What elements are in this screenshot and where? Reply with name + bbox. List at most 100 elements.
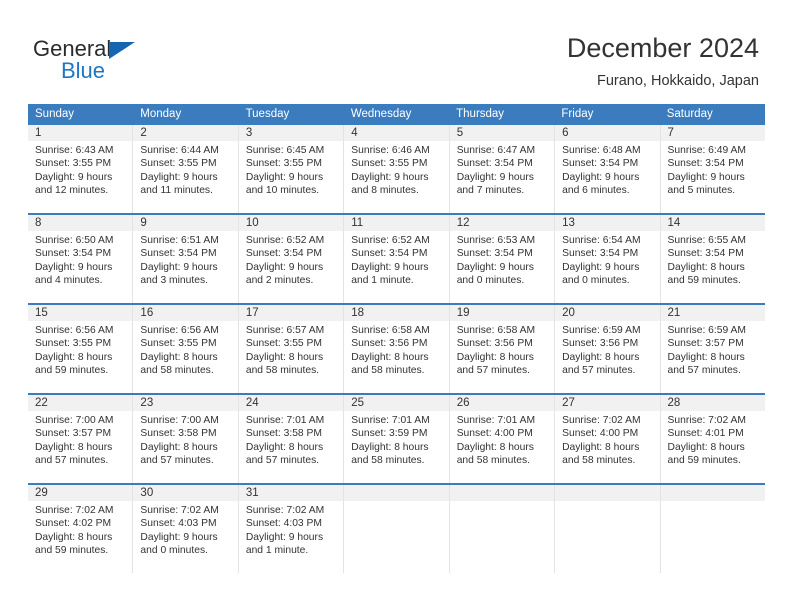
day-number: 1 <box>28 125 133 141</box>
weekday-header-monday: Monday <box>140 108 182 120</box>
day-cell[interactable]: 23 Sunrise: 7:00 AM Sunset: 3:58 PM Dayligh… <box>133 395 239 483</box>
day-details: Sunrise: 6:59 AM Sunset: 3:57 PM Daylight:… <box>661 321 765 378</box>
day-number: 24 <box>238 395 344 411</box>
day-cell[interactable]: 29 Sunrise: 7:02 AM Sunset: 4:02 PM Dayligh… <box>28 485 134 573</box>
sunrise-text: Sunrise: 7:01 AM <box>245 415 325 426</box>
day-cell[interactable]: 17 Sunrise: 6:57 AM Sunset: 3:55 PM Dayligh… <box>238 305 345 393</box>
sunrise-text: Sunrise: 6:52 AM <box>351 235 430 246</box>
day-cell[interactable]: 3 Sunrise: 6:45 AM Sunset: 3:55 PM Daylight… <box>238 125 345 213</box>
sunset-text: Sunset: 3:58 PM <box>245 428 322 440</box>
calendar-weeks: 1 Sunrise: 6:43 AM Sunset: 3:55 PM Daylight… <box>28 125 765 573</box>
day-cell[interactable]: 25 Sunrise: 7:01 AM Sunset: 3:59 PM Dayligh… <box>344 395 450 483</box>
sunrise-text: Sunrise: 7:02 AM <box>35 505 114 516</box>
weekday-header-wednesday: Wednesday <box>350 108 412 120</box>
sunset-text: Sunset: 3:55 PM <box>35 158 112 170</box>
day-number: 19 <box>449 305 555 321</box>
day-cell[interactable]: 8 Sunrise: 6:50 AM Sunset: 3:54 PM Daylight… <box>28 215 134 303</box>
day-details: Sunrise: 7:02 AM Sunset: 4:02 PM Daylight:… <box>28 501 132 558</box>
week-cells: 8 Sunrise: 6:50 AM Sunset: 3:54 PM Daylight… <box>28 215 765 303</box>
weekday-header-friday: Friday <box>561 108 594 120</box>
day-cell[interactable]: 18 Sunrise: 6:58 AM Sunset: 3:56 PM Dayligh… <box>344 305 450 393</box>
day-cell[interactable]: 1 Sunrise: 6:43 AM Sunset: 3:55 PM Daylight… <box>28 125 134 213</box>
daylight-text-line1: Daylight: 8 hours <box>562 441 640 453</box>
daylight-text-line2: and 0 minutes. <box>456 275 525 287</box>
sunrise-text: Sunrise: 6:46 AM <box>351 145 430 156</box>
day-cell[interactable]: 16 Sunrise: 6:56 AM Sunset: 3:55 PM Dayligh… <box>133 305 239 393</box>
day-details: Sunrise: 6:56 AM Sunset: 3:55 PM Daylight:… <box>28 321 132 378</box>
day-cell[interactable]: 31 Sunrise: 7:02 AM Sunset: 4:03 PM Dayligh… <box>238 485 345 573</box>
day-number: 3 <box>238 125 344 141</box>
day-cell[interactable]: 22 Sunrise: 7:00 AM Sunset: 3:57 PM Dayligh… <box>28 395 134 483</box>
weekday-header-saturday: Saturday <box>666 108 713 120</box>
day-details: Sunrise: 6:59 AM Sunset: 3:56 PM Daylight:… <box>555 321 659 378</box>
day-details: Sunrise: 7:01 AM Sunset: 3:58 PM Daylight:… <box>239 411 343 468</box>
sunrise-text: Sunrise: 6:53 AM <box>456 235 536 246</box>
daylight-text-line1: Daylight: 9 hours <box>140 261 218 273</box>
day-cell[interactable]: 20 Sunrise: 6:59 AM Sunset: 3:56 PM Dayligh… <box>555 305 661 393</box>
day-cell[interactable]: 9 Sunrise: 6:51 AM Sunset: 3:54 PM Daylight… <box>133 215 239 303</box>
daylight-text-line2: and 6 minutes. <box>562 185 630 197</box>
daylight-text-line2: and 0 minutes. <box>562 275 630 287</box>
sunset-text: Sunset: 3:55 PM <box>351 158 428 170</box>
sunrise-text: Sunrise: 7:01 AM <box>456 415 536 426</box>
day-number <box>660 485 765 501</box>
general-blue-logo[interactable]: General Blue <box>33 37 213 87</box>
sunrise-text: Sunrise: 6:58 AM <box>351 325 430 336</box>
week-cells: 29 Sunrise: 7:02 AM Sunset: 4:02 PM Dayligh… <box>28 485 765 573</box>
sunset-text: Sunset: 3:55 PM <box>140 158 217 170</box>
day-cell-empty <box>344 485 450 573</box>
day-cell[interactable]: 15 Sunrise: 6:56 AM Sunset: 3:55 PM Dayligh… <box>28 305 134 393</box>
day-cell[interactable]: 10 Sunrise: 6:52 AM Sunset: 3:54 PM Dayligh… <box>238 215 345 303</box>
day-cell[interactable]: 21 Sunrise: 6:59 AM Sunset: 3:57 PM Dayligh… <box>660 305 765 393</box>
sunset-text: Sunset: 4:00 PM <box>456 428 533 440</box>
day-cell-empty <box>555 485 661 573</box>
day-cell[interactable]: 11 Sunrise: 6:52 AM Sunset: 3:54 PM Dayligh… <box>344 215 450 303</box>
daylight-text-line2: and 57 minutes. <box>35 455 109 467</box>
day-details: Sunrise: 6:52 AM Sunset: 3:54 PM Daylight:… <box>344 231 448 288</box>
day-cell[interactable]: 12 Sunrise: 6:53 AM Sunset: 3:54 PM Dayligh… <box>449 215 556 303</box>
day-details: Sunrise: 7:02 AM Sunset: 4:03 PM Daylight:… <box>133 501 237 558</box>
day-number <box>555 485 660 501</box>
sunrise-text: Sunrise: 6:56 AM <box>140 325 219 336</box>
sunset-text: Sunset: 4:03 PM <box>140 518 217 530</box>
day-cell[interactable]: 13 Sunrise: 6:54 AM Sunset: 3:54 PM Dayligh… <box>555 215 661 303</box>
day-cell[interactable]: 30 Sunrise: 7:02 AM Sunset: 4:03 PM Dayligh… <box>133 485 239 573</box>
day-cell[interactable]: 14 Sunrise: 6:55 AM Sunset: 3:54 PM Dayligh… <box>660 215 765 303</box>
sunrise-text: Sunrise: 6:57 AM <box>245 325 325 336</box>
day-cell[interactable]: 2 Sunrise: 6:44 AM Sunset: 3:55 PM Daylight… <box>133 125 239 213</box>
day-cell[interactable]: 5 Sunrise: 6:47 AM Sunset: 3:54 PM Daylight… <box>449 125 556 213</box>
day-number <box>344 485 449 501</box>
sunrise-text: Sunrise: 6:43 AM <box>35 145 114 156</box>
daylight-text-line1: Daylight: 8 hours <box>667 261 745 273</box>
day-details: Sunrise: 6:45 AM Sunset: 3:55 PM Daylight:… <box>239 141 343 198</box>
sunset-text: Sunset: 3:54 PM <box>351 248 428 260</box>
weekday-header-row: Sunday Monday Tuesday Wednesday Thursday Frid… <box>28 104 765 125</box>
daylight-text-line1: Daylight: 8 hours <box>35 351 113 363</box>
day-cell[interactable]: 6 Sunrise: 6:48 AM Sunset: 3:54 PM Daylight… <box>555 125 661 213</box>
day-details: Sunrise: 6:47 AM Sunset: 3:54 PM Daylight:… <box>450 141 554 198</box>
sunset-text: Sunset: 3:54 PM <box>667 248 744 260</box>
day-cell[interactable]: 19 Sunrise: 6:58 AM Sunset: 3:56 PM Dayligh… <box>449 305 556 393</box>
day-details: Sunrise: 7:00 AM Sunset: 3:57 PM Daylight:… <box>28 411 132 468</box>
day-cell[interactable]: 24 Sunrise: 7:01 AM Sunset: 3:58 PM Dayligh… <box>238 395 345 483</box>
day-cell[interactable]: 4 Sunrise: 6:46 AM Sunset: 3:55 PM Daylight… <box>344 125 450 213</box>
daylight-text-line2: and 8 minutes. <box>351 185 419 197</box>
week-cells: 22 Sunrise: 7:00 AM Sunset: 3:57 PM Dayligh… <box>28 395 765 483</box>
sunrise-text: Sunrise: 6:54 AM <box>562 235 641 246</box>
sunrise-text: Sunrise: 6:59 AM <box>562 325 641 336</box>
day-details: Sunrise: 6:52 AM Sunset: 3:54 PM Daylight:… <box>239 231 343 288</box>
sunrise-text: Sunrise: 6:58 AM <box>456 325 536 336</box>
day-cell[interactable]: 28 Sunrise: 7:02 AM Sunset: 4:01 PM Dayligh… <box>660 395 765 483</box>
day-cell[interactable]: 27 Sunrise: 7:02 AM Sunset: 4:00 PM Dayligh… <box>555 395 661 483</box>
day-cell[interactable]: 7 Sunrise: 6:49 AM Sunset: 3:54 PM Daylight… <box>660 125 765 213</box>
day-cell[interactable]: 26 Sunrise: 7:01 AM Sunset: 4:00 PM Dayligh… <box>449 395 556 483</box>
daylight-text-line1: Daylight: 8 hours <box>351 441 429 453</box>
day-details: Sunrise: 6:51 AM Sunset: 3:54 PM Daylight:… <box>133 231 237 288</box>
sunrise-text: Sunrise: 6:55 AM <box>667 235 746 246</box>
day-number: 11 <box>344 215 449 231</box>
sunrise-text: Sunrise: 6:47 AM <box>456 145 536 156</box>
daylight-text-line2: and 58 minutes. <box>456 455 530 467</box>
week-cells: 15 Sunrise: 6:56 AM Sunset: 3:55 PM Dayligh… <box>28 305 765 393</box>
daylight-text-line1: Daylight: 8 hours <box>140 351 218 363</box>
sunset-text: Sunset: 3:54 PM <box>562 248 639 260</box>
